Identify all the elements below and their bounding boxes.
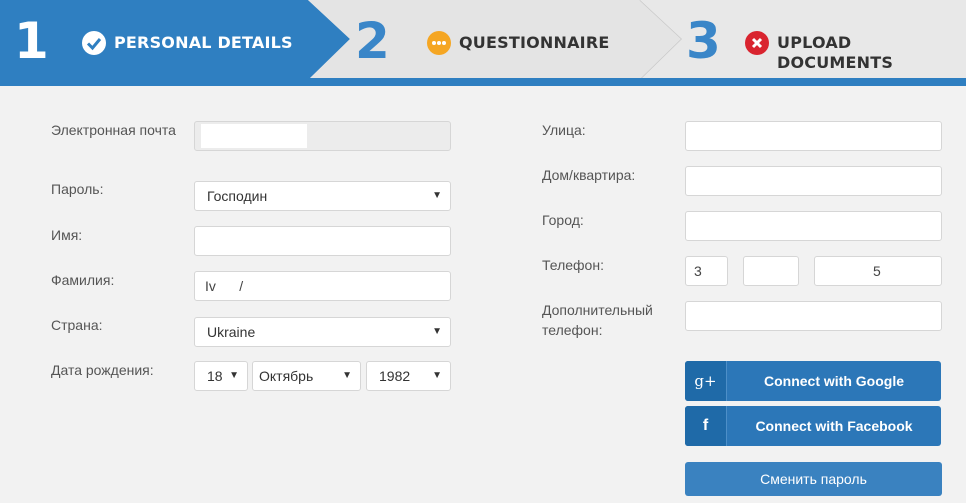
phone-code-field[interactable]: 3 [685,256,728,286]
step-3-number: 3 [686,12,721,70]
first-name-field[interactable] [194,226,451,256]
phone-label: Телефон: [542,257,604,273]
change-password-button[interactable]: Сменить пароль [685,462,942,496]
step-1-number: 1 [14,12,49,70]
email-label: Электронная почта [51,122,176,138]
birth-month-value: Октябрь [259,368,314,384]
step-3-label[interactable]: UPLOAD DOCUMENTS [777,33,966,73]
phone-part2-field[interactable] [743,256,799,286]
city-field[interactable] [685,211,942,241]
connect-facebook-button[interactable]: f Connect with Facebook [685,406,941,446]
phone2-field[interactable] [685,301,942,331]
ellipsis-icon [427,31,451,55]
chevron-down-icon: ▼ [229,370,239,381]
first-name-label: Имя: [51,227,83,243]
redaction-mask [201,124,307,148]
birth-day-select[interactable]: 18 ▼ [194,361,248,391]
birth-month-select[interactable]: Октябрь ▼ [252,361,361,391]
stepper-underline [0,78,966,86]
connect-google-button[interactable]: g+ Connect with Google [685,361,941,401]
step-2-label[interactable]: QUESTIONNAIRE [459,33,609,53]
error-x-icon [745,31,769,55]
chevron-down-icon: ▼ [342,370,352,381]
birth-year-select[interactable]: 1982 ▼ [366,361,451,391]
step-2-number: 2 [355,12,390,70]
password-select-value: Господин [207,188,268,204]
step-1-label[interactable]: PERSONAL DETAILS [114,33,293,53]
phone2-label: Дополнительный телефон: [542,302,653,338]
google-plus-icon: g+ [685,361,727,401]
chevron-down-icon: ▼ [432,326,442,337]
birth-day-value: 18 [207,368,223,384]
profile-form: Электронная почта Пароль: Господин ▼ Имя… [0,86,966,503]
password-label: Пароль: [51,181,104,197]
house-field[interactable] [685,166,942,196]
phone-part3-field[interactable]: 5 [814,256,942,286]
birth-date-label: Дата рождения: [51,362,154,378]
progress-stepper: 1 PERSONAL DETAILS 2 QUESTIONNAIRE 3 UPL… [0,0,966,86]
house-label: Дом/квартира: [542,167,636,183]
password-select[interactable]: Господин ▼ [194,181,451,211]
connect-google-label: Connect with Google [764,373,904,389]
country-select-value: Ukraine [207,324,256,340]
country-select[interactable]: Ukraine ▼ [194,317,451,347]
connect-facebook-label: Connect with Facebook [755,418,913,434]
birth-year-value: 1982 [379,368,411,384]
check-icon [82,31,106,55]
last-name-field[interactable]: Iv / [194,271,451,301]
city-label: Город: [542,212,584,228]
facebook-icon: f [685,406,727,446]
last-name-label: Фамилия: [51,272,115,288]
country-label: Страна: [51,317,103,333]
street-label: Улица: [542,122,586,138]
chevron-down-icon: ▼ [432,370,442,381]
street-field[interactable] [685,121,942,151]
chevron-down-icon: ▼ [432,190,442,201]
